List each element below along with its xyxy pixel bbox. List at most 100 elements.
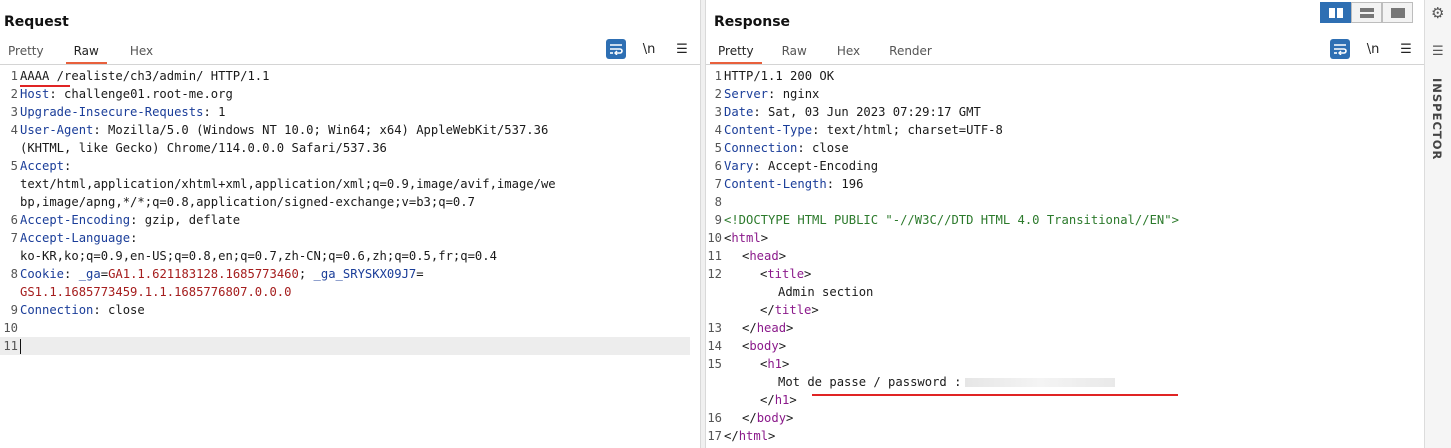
code-token: Mot de passe / password :: [778, 375, 962, 389]
code-line[interactable]: 3 Date: Sat, 03 Jun 2023 07:29:17 GMT: [706, 103, 1424, 121]
line-number: [0, 139, 20, 157]
code-line[interactable]: 17 </html>: [706, 427, 1424, 445]
code-line[interactable]: 9 <!DOCTYPE HTML PUBLIC "-//W3C//DTD HTML…: [706, 211, 1424, 229]
code-line[interactable]: 7 Content-Length: 196: [706, 175, 1424, 193]
code-text: GS1.1.1685773459.1.1.1685776807.0.0.0: [20, 283, 292, 301]
code-line[interactable]: </title>: [706, 301, 1424, 319]
code-token: : Sat, 03 Jun 2023 07:29:17 GMT: [753, 105, 981, 119]
code-line[interactable]: 8: [706, 193, 1424, 211]
request-tab-pretty[interactable]: Pretty: [8, 40, 44, 64]
code-line[interactable]: Admin section: [706, 283, 1424, 301]
code-line[interactable]: 8 Cookie: _ga=GA1.1.621183128.1685773460;…: [0, 265, 700, 283]
code-line[interactable]: 14 <body>: [706, 337, 1424, 355]
wrap-lines-icon[interactable]: [606, 39, 626, 59]
code-token: body: [749, 339, 779, 353]
wrap-lines-icon[interactable]: [1330, 39, 1350, 59]
single-pane-icon[interactable]: [1382, 2, 1413, 23]
code-token: : 196: [826, 177, 864, 191]
code-token: : Accept-Encoding: [753, 159, 879, 173]
line-number: [0, 247, 20, 265]
hamburger-menu-icon[interactable]: ☰: [672, 39, 692, 59]
code-line[interactable]: 10 <html>: [706, 229, 1424, 247]
response-tab-hex[interactable]: Hex: [837, 40, 860, 64]
code-line[interactable]: 15 <h1>: [706, 355, 1424, 373]
inspector-tab[interactable]: INSPECTOR: [1430, 78, 1444, 160]
response-editor[interactable]: 1 HTTP/1.1 200 OK 2 Server: nginx 3 Date: Sat…: [706, 67, 1424, 445]
line-number: 1: [714, 69, 722, 83]
code-line[interactable]: 9 Connection: close: [0, 301, 700, 319]
response-tab-raw[interactable]: Raw: [782, 40, 807, 64]
code-line[interactable]: 1 AAAA /realiste/ch3/admin/ HTTP/1.1: [0, 67, 700, 85]
response-tab-pretty[interactable]: Pretty: [710, 40, 762, 64]
line-number: 6: [10, 213, 18, 227]
response-tabs: Pretty Raw Hex Render: [710, 40, 932, 64]
code-text: [20, 337, 21, 355]
line-number: [706, 301, 724, 319]
code-line[interactable]: GS1.1.1685773459.1.1.1685776807.0.0.0: [0, 283, 700, 301]
code-text: bp,image/apng,*/*;q=0.8,application/sign…: [20, 193, 475, 211]
code-line[interactable]: 11: [0, 337, 690, 355]
code-line[interactable]: 5 Connection: close: [706, 139, 1424, 157]
code-line[interactable]: 2 Host: challenge01.root-me.org: [0, 85, 700, 103]
code-token: >: [786, 321, 794, 335]
code-line[interactable]: 3 Upgrade-Insecure-Requests: 1: [0, 103, 700, 121]
line-number: 15: [707, 357, 722, 371]
request-divider: [0, 64, 700, 65]
code-line[interactable]: 2 Server: nginx: [706, 85, 1424, 103]
code-line[interactable]: (KHTML, like Gecko) Chrome/114.0.0.0 Saf…: [0, 139, 700, 157]
code-line[interactable]: 11 <head>: [706, 247, 1424, 265]
request-editor[interactable]: 1 AAAA /realiste/ch3/admin/ HTTP/1.1 2 Host…: [0, 67, 700, 355]
code-token: (KHTML, like Gecko) Chrome/114.0.0.0 Saf…: [20, 141, 387, 155]
line-number: [706, 373, 724, 391]
code-token: : text/html; charset=UTF-8: [812, 123, 1003, 137]
code-token: Date: [724, 105, 754, 119]
request-toolbar: \n ☰: [606, 39, 700, 59]
code-line[interactable]: ko-KR,ko;q=0.9,en-US;q=0.8,en;q=0.7,zh-C…: [0, 247, 700, 265]
line-number: 8: [714, 195, 722, 209]
list-icon[interactable]: ☰: [1432, 44, 1444, 59]
line-number: 9: [714, 213, 722, 227]
line-number: 5: [10, 159, 18, 173]
code-line[interactable]: 10: [0, 319, 700, 337]
code-line[interactable]: 4 Content-Type: text/html; charset=UTF-8: [706, 121, 1424, 139]
line-number: [706, 283, 724, 301]
code-line[interactable]: 7 Accept-Language:: [0, 229, 700, 247]
line-number: 3: [714, 105, 722, 119]
code-token: head: [749, 249, 779, 263]
code-line[interactable]: text/html,application/xhtml+xml,applicat…: [0, 175, 700, 193]
code-line[interactable]: 1 HTTP/1.1 200 OK: [706, 67, 1424, 85]
gear-icon[interactable]: ⚙: [1431, 4, 1444, 22]
code-token: Accept: [20, 159, 65, 173]
line-number: 8: [10, 267, 18, 281]
request-tab-hex[interactable]: Hex: [130, 40, 153, 64]
code-line[interactable]: 12 <title>: [706, 265, 1424, 283]
code-line[interactable]: 6 Accept-Encoding: gzip, deflate: [0, 211, 700, 229]
code-token: >: [804, 267, 812, 281]
request-tab-raw[interactable]: Raw: [65, 40, 108, 64]
line-number: 2: [714, 87, 722, 101]
code-line[interactable]: 16 </body>: [706, 409, 1424, 427]
response-tab-render[interactable]: Render: [889, 40, 932, 64]
code-line[interactable]: 4 User-Agent: Mozilla/5.0 (Windows NT 10.…: [0, 121, 700, 139]
code-line[interactable]: bp,image/apng,*/*;q=0.8,application/sign…: [0, 193, 700, 211]
code-text: Content-Type: text/html; charset=UTF-8: [724, 121, 1003, 139]
code-line[interactable]: 13 </head>: [706, 319, 1424, 337]
code-token: : nginx: [768, 87, 820, 101]
code-line[interactable]: 5 Accept:: [0, 157, 700, 175]
split-horizontal-icon[interactable]: [1320, 2, 1351, 23]
code-token: >: [778, 339, 787, 353]
newline-toggle-button[interactable]: \n: [639, 39, 659, 59]
code-text: Accept-Language:: [20, 229, 137, 247]
code-line[interactable]: Mot de passe / password :: [706, 373, 1424, 391]
response-pane: Response Pretty Raw Hex Render \n ☰ 1 HTT…: [706, 0, 1424, 448]
newline-toggle-button[interactable]: \n: [1363, 39, 1383, 59]
line-number: 11: [707, 249, 722, 263]
code-token: :: [64, 159, 72, 173]
code-line[interactable]: 6 Vary: Accept-Encoding: [706, 157, 1424, 175]
code-token: Cookie: [20, 267, 65, 281]
hamburger-menu-icon[interactable]: ☰: [1396, 39, 1416, 59]
code-token: html: [731, 231, 761, 245]
code-text: Cookie: _ga=GA1.1.621183128.1685773460; …: [20, 265, 424, 283]
response-toolbar: \n ☰: [1330, 39, 1424, 59]
split-vertical-icon[interactable]: [1351, 2, 1382, 23]
